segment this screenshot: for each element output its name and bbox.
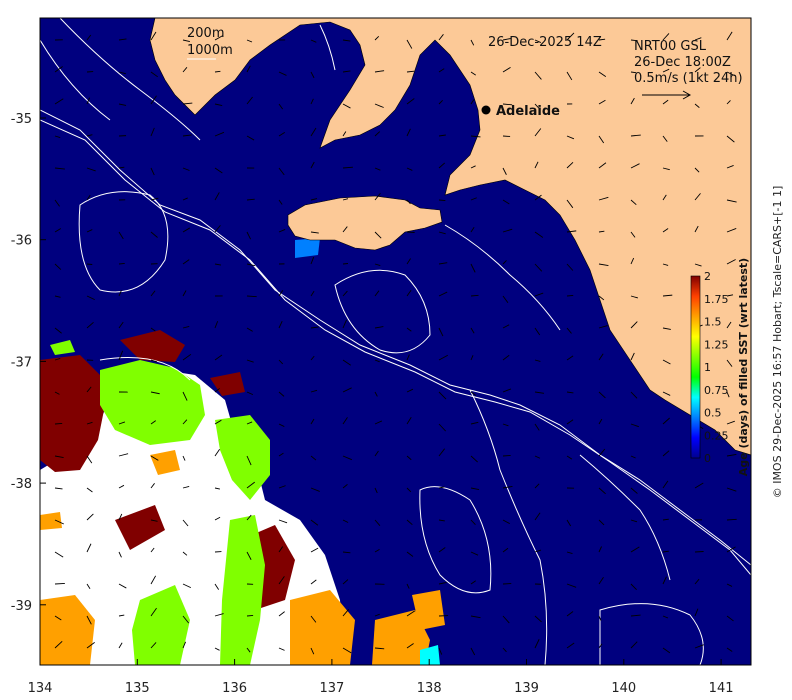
depth-label-1000m: 1000m bbox=[187, 43, 233, 58]
colorbar-tick-label: 0.75 bbox=[704, 384, 729, 397]
colorbar-bar bbox=[690, 275, 701, 459]
depth-label-200m: 200m bbox=[187, 26, 224, 41]
colorbar-tick-label: 2 bbox=[704, 270, 711, 283]
current-title: NRT00 GSL bbox=[634, 39, 707, 54]
colorbar-tick-label: 1.25 bbox=[704, 338, 729, 351]
y-tick-label: -39 bbox=[11, 599, 32, 614]
current-vector-arrow bbox=[566, 295, 574, 297]
x-tick-label: 139 bbox=[514, 681, 539, 696]
age-0-25-patch bbox=[295, 238, 320, 258]
current-vector-arrow bbox=[694, 551, 704, 553]
colorbar-tick-label: 0 bbox=[704, 452, 711, 465]
x-tick-label: 135 bbox=[125, 681, 150, 696]
colorbar-tick-label: 0.25 bbox=[704, 429, 729, 442]
current-scale: 0.5m/s (1kt 24h) bbox=[634, 71, 743, 86]
x-tick-label: 136 bbox=[222, 681, 247, 696]
date-label: 26-Dec-2025 14Z bbox=[488, 35, 602, 50]
colorbar-title: Age (days) of filled SST (wrt latest) bbox=[737, 258, 750, 476]
credit-text: © IMOS 29-Dec-2025 16:57 Hobart; Tscale=… bbox=[771, 186, 784, 499]
current-vector-arrow bbox=[438, 199, 446, 202]
y-tick-label: -37 bbox=[11, 355, 32, 370]
adelaide-marker bbox=[481, 105, 491, 115]
colorbar-tick-label: 0.5 bbox=[704, 407, 722, 420]
y-tick-label: -35 bbox=[11, 112, 32, 127]
current-vector-arrow bbox=[54, 583, 65, 585]
age-1-5-patch-southwest bbox=[40, 512, 62, 530]
colorbar-tick-label: 1.75 bbox=[704, 293, 729, 306]
y-tick-label: -38 bbox=[11, 477, 32, 492]
x-tick-label: 140 bbox=[611, 681, 636, 696]
map-plot-area bbox=[40, 18, 751, 665]
sst-map: 200m 1000m 26-Dec-2025 14Z NRT00 GSL 26-… bbox=[11, 17, 784, 696]
colorbar-tick-label: 1 bbox=[704, 361, 711, 374]
city-label-adelaide: Adelaide bbox=[496, 104, 560, 119]
y-tick-label: -36 bbox=[11, 234, 32, 249]
x-tick-label: 138 bbox=[417, 681, 442, 696]
x-tick-label: 141 bbox=[709, 681, 734, 696]
current-time: 26-Dec 18:00Z bbox=[634, 55, 731, 70]
current-vector-arrow bbox=[86, 263, 93, 265]
current-vector-arrow bbox=[246, 614, 254, 617]
colorbar-tick-label: 1.5 bbox=[704, 316, 722, 329]
current-vector-arrow bbox=[502, 455, 511, 457]
current-vector-arrow bbox=[118, 263, 125, 265]
x-tick-label: 137 bbox=[319, 681, 344, 696]
current-vector-arrow bbox=[54, 423, 63, 425]
x-tick-label: 134 bbox=[28, 681, 53, 696]
